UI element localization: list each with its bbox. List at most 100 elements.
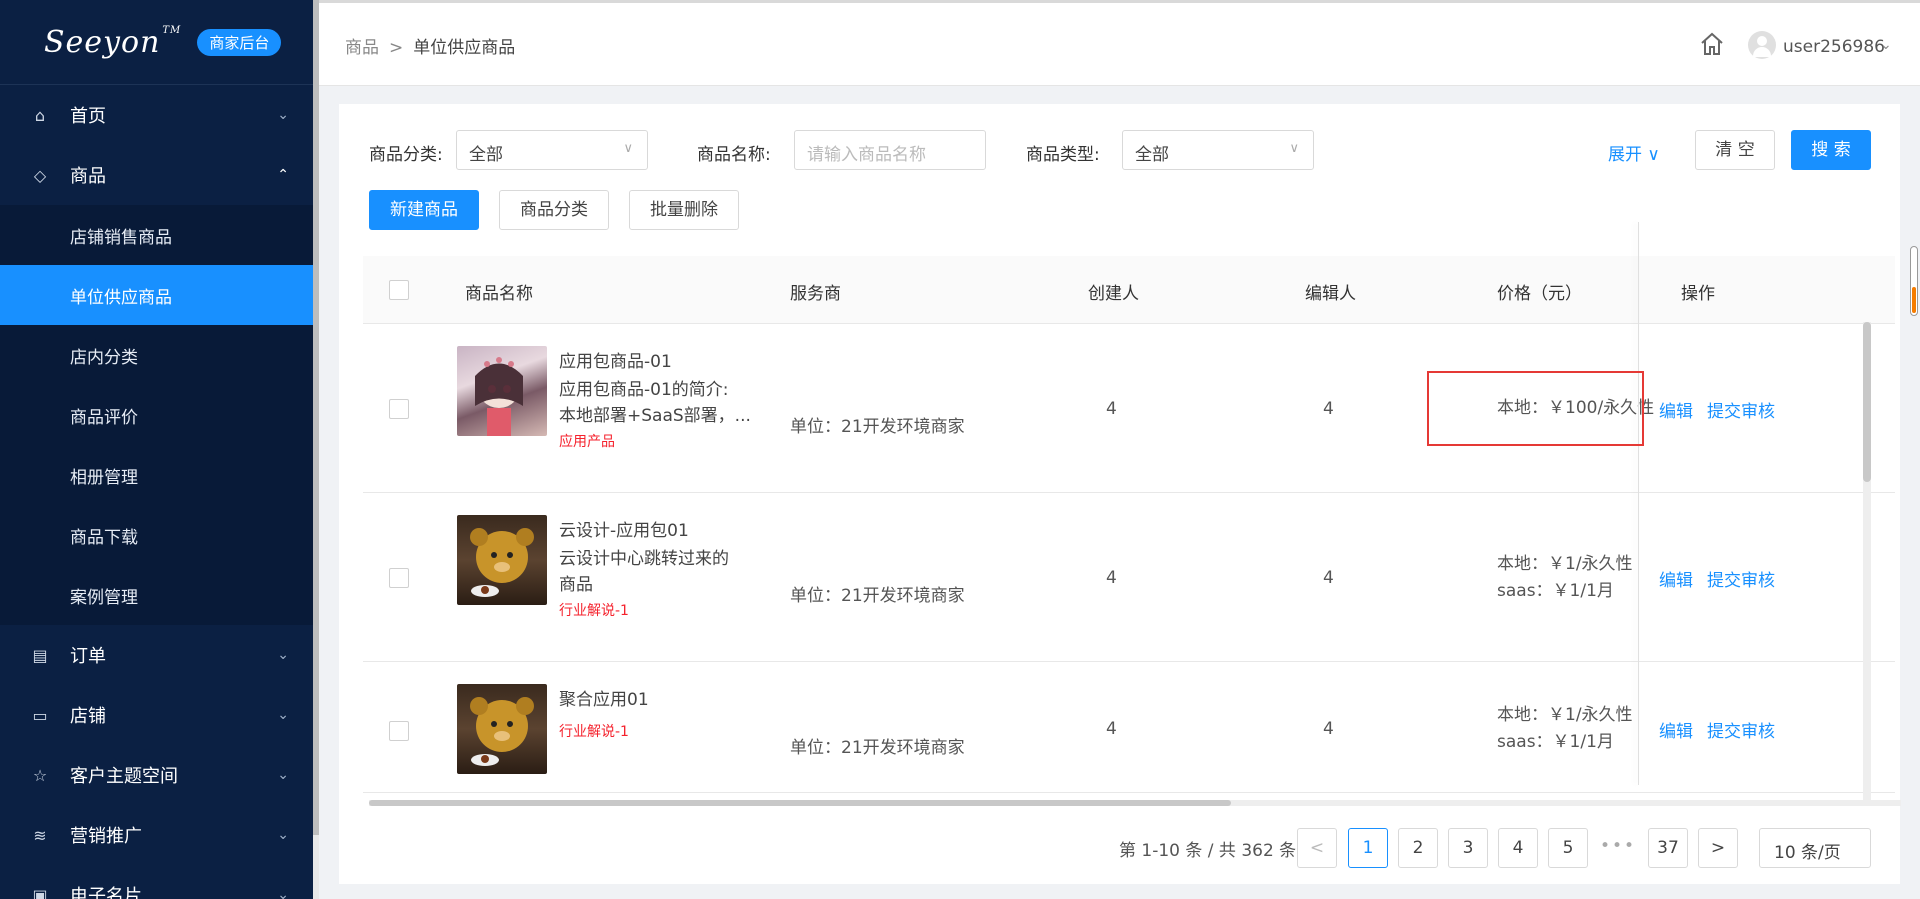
sidebar-scroll-thumb[interactable]	[313, 0, 319, 835]
product-description: 应用包商品-01的简介: 本地部署+SaaS部署，...	[559, 377, 759, 429]
table-row: 应用包商品-01 应用包商品-01的简介: 本地部署+SaaS部署，... 应用…	[363, 325, 1895, 493]
expand-link[interactable]: 展开 ∨	[1608, 140, 1660, 165]
breadcrumb-item-products[interactable]: 商品	[345, 38, 379, 58]
menu-label: 营销推广	[70, 826, 142, 847]
submenu-item-store-category[interactable]: 店内分类	[0, 325, 313, 385]
provider-cell: 单位：21开发环境商家	[790, 738, 965, 758]
row-checkbox[interactable]	[389, 568, 409, 588]
select-all-checkbox[interactable]	[389, 280, 409, 300]
creator-cell: 4	[1106, 399, 1117, 419]
product-name-input[interactable]: 请输入商品名称	[794, 130, 986, 170]
menu-label: 店铺	[70, 706, 106, 727]
breadcrumb-separator: >	[389, 38, 404, 58]
product-title[interactable]: 应用包商品-01	[559, 347, 672, 372]
column-header: 操作	[1681, 284, 1715, 304]
pagination-ellipsis[interactable]: •••	[1600, 836, 1636, 856]
table-horizontal-scrollbar[interactable]	[369, 800, 1901, 806]
submenu-item-unit-supply[interactable]: 单位供应商品	[0, 265, 313, 325]
submenu-item-store-sales[interactable]: 店铺销售商品	[0, 205, 313, 265]
type-select[interactable]: 全部 ∨	[1122, 130, 1314, 170]
creator-cell: 4	[1106, 568, 1117, 588]
avatar[interactable]	[1748, 31, 1776, 59]
new-product-button[interactable]: 新建商品	[369, 190, 479, 230]
chevron-down-icon: ⌄	[277, 887, 289, 899]
column-header: 编辑人	[1305, 284, 1356, 304]
submenu-item-cases[interactable]: 案例管理	[0, 565, 313, 625]
page-button[interactable]: 3	[1448, 828, 1488, 868]
products-submenu: 店铺销售商品 单位供应商品 店内分类 商品评价 相册管理 商品下载 案例管理	[0, 205, 313, 625]
page-scrollbar[interactable]	[1910, 246, 1918, 316]
menu-item-customer-space[interactable]: ☆ 客户主题空间 ⌄	[0, 745, 313, 805]
menu-label: 订单	[70, 646, 106, 667]
category-select[interactable]: 全部 ∨	[456, 130, 648, 170]
prev-page-button[interactable]: <	[1297, 828, 1337, 868]
menu-item-orders[interactable]: ▤ 订单 ⌄	[0, 625, 313, 685]
product-category-button[interactable]: 商品分类	[499, 190, 609, 230]
top-header: 商品 > 单位供应商品 user256986 ⌄	[319, 0, 1920, 86]
cube-icon: ◇	[33, 165, 47, 185]
page-button[interactable]: 1	[1348, 828, 1388, 868]
search-button[interactable]: 搜 索	[1791, 130, 1871, 170]
menu-item-business-card[interactable]: ▣ 电子名片 ⌄	[0, 865, 313, 899]
chevron-down-icon: ⌄	[277, 647, 289, 663]
editor-cell: 4	[1323, 399, 1334, 419]
page-scroll-thumb[interactable]	[1912, 287, 1916, 313]
clear-button[interactable]: 清 空	[1695, 130, 1775, 170]
editor-cell: 4	[1323, 719, 1334, 739]
edit-link[interactable]: 编辑	[1659, 402, 1693, 422]
type-label: 商品类型:	[1026, 145, 1100, 165]
page-button[interactable]: 2	[1398, 828, 1438, 868]
menu-item-marketing[interactable]: ≋ 营销推广 ⌄	[0, 805, 313, 865]
menu-item-products[interactable]: ◇ 商品 ⌃	[0, 145, 313, 205]
menu-label: 首页	[70, 106, 106, 127]
type-select-value: 全部	[1135, 145, 1169, 165]
chevron-down-icon: ⌄	[277, 827, 289, 843]
page-size-select[interactable]: 10 条/页	[1759, 828, 1871, 868]
vertical-scroll-thumb[interactable]	[1863, 322, 1871, 482]
row-checkbox[interactable]	[389, 399, 409, 419]
document-icon: ▤	[32, 645, 48, 665]
page-button-last[interactable]: 37	[1648, 828, 1688, 868]
product-title[interactable]: 云设计-应用包01	[559, 516, 689, 541]
row-actions: 编辑 提交审核	[1659, 397, 1789, 422]
provider-cell: 单位：21开发环境商家	[790, 586, 965, 606]
chevron-down-icon[interactable]: ⌄	[1880, 37, 1892, 53]
product-description: 云设计中心跳转过来的 商品	[559, 546, 759, 598]
row-checkbox[interactable]	[389, 721, 409, 741]
submit-review-link[interactable]: 提交审核	[1707, 722, 1775, 742]
menu-item-shop[interactable]: ▭ 店铺 ⌄	[0, 685, 313, 745]
column-header: 创建人	[1088, 284, 1139, 304]
menu-item-home[interactable]: ⌂ 首页 ⌄	[0, 85, 313, 145]
description-line: 云设计中心跳转过来的	[559, 549, 729, 569]
product-title[interactable]: 聚合应用01	[559, 685, 649, 710]
column-header: 价格（元）	[1497, 284, 1582, 304]
home-icon[interactable]	[1699, 31, 1727, 59]
sidebar-scrollbar[interactable]	[313, 0, 319, 899]
submit-review-link[interactable]: 提交审核	[1707, 402, 1775, 422]
product-thumbnail[interactable]	[457, 684, 547, 774]
batch-delete-button[interactable]: 批量删除	[629, 190, 739, 230]
price-line: 本地：￥1/永久性	[1497, 705, 1633, 725]
submenu-item-albums[interactable]: 相册管理	[0, 445, 313, 505]
submenu-item-reviews[interactable]: 商品评价	[0, 385, 313, 445]
page-button[interactable]: 5	[1548, 828, 1588, 868]
table-vertical-scrollbar[interactable]	[1863, 322, 1871, 800]
horizontal-scroll-thumb[interactable]	[369, 800, 1231, 806]
next-page-button[interactable]: >	[1698, 828, 1738, 868]
username[interactable]: user256986	[1783, 37, 1885, 57]
description-line: 应用包商品-01的简介:	[559, 380, 729, 400]
menu-label: 商品	[70, 166, 106, 187]
description-line: 商品	[559, 575, 593, 595]
chevron-right-icon: >	[1710, 838, 1726, 858]
breadcrumb: 商品 > 单位供应商品	[345, 33, 515, 58]
expand-label: 展开	[1608, 145, 1642, 165]
logo-area: Seeyon TM 商家后台	[0, 0, 313, 85]
edit-link[interactable]: 编辑	[1659, 571, 1693, 591]
submit-review-link[interactable]: 提交审核	[1707, 571, 1775, 591]
page-button[interactable]: 4	[1498, 828, 1538, 868]
edit-link[interactable]: 编辑	[1659, 722, 1693, 742]
product-tag: 行业解说-1	[559, 603, 629, 619]
product-thumbnail[interactable]	[457, 515, 547, 605]
product-thumbnail[interactable]	[457, 346, 547, 436]
submenu-item-download[interactable]: 商品下载	[0, 505, 313, 565]
